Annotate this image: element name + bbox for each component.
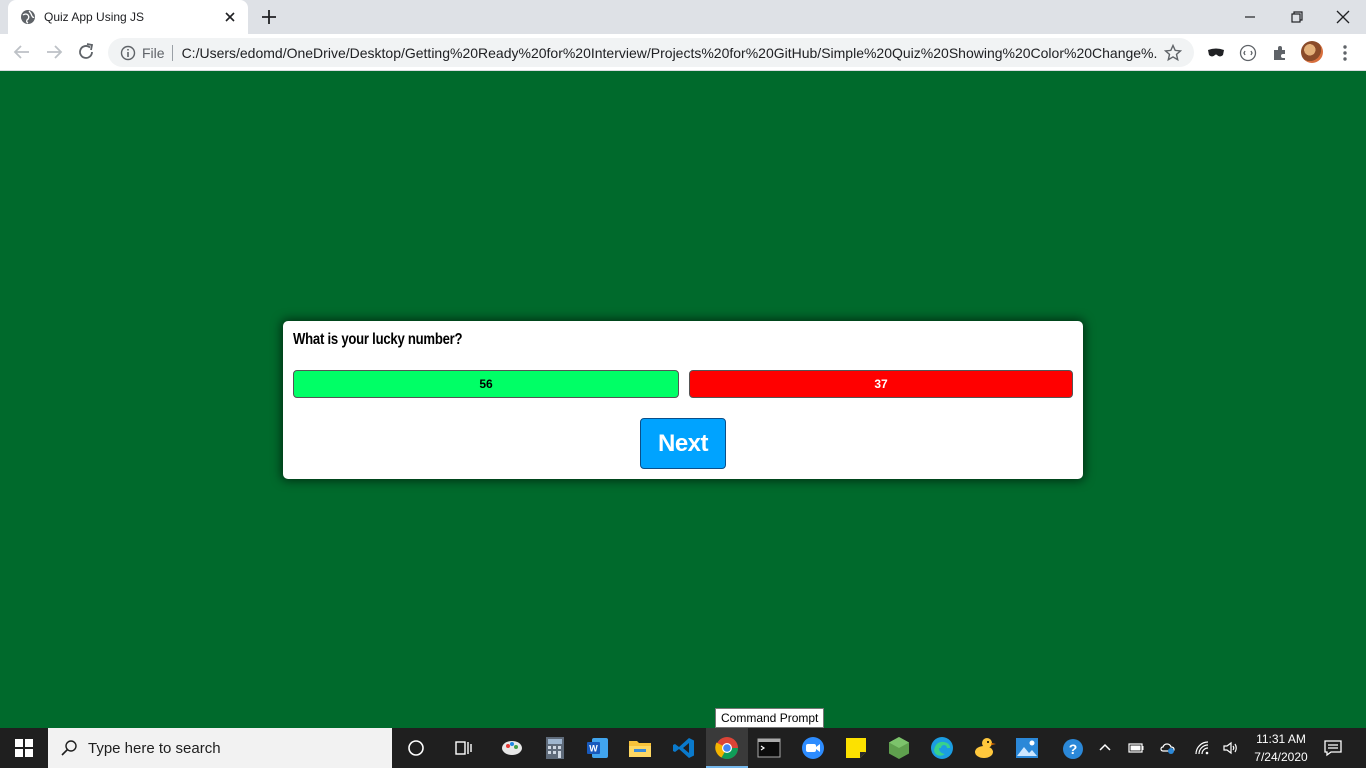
nodejs-icon[interactable] xyxy=(887,736,911,760)
file-explorer-icon[interactable] xyxy=(628,736,652,760)
profile-avatar[interactable] xyxy=(1301,41,1323,63)
extensions-puzzle-icon[interactable] xyxy=(1270,43,1290,63)
next-button[interactable]: Next xyxy=(640,418,726,469)
minimize-icon[interactable] xyxy=(1240,7,1260,27)
answer-button-wrong[interactable]: 37 xyxy=(689,370,1073,398)
browser-tab[interactable]: Quiz App Using JS xyxy=(8,0,248,34)
browser-toolbar: File C:/Users/edomd/OneDrive/Desktop/Get… xyxy=(0,34,1366,71)
taskbar-tooltip: Command Prompt xyxy=(715,708,825,728)
zoom-icon[interactable] xyxy=(801,736,825,760)
battery-icon[interactable] xyxy=(1128,740,1144,756)
info-icon[interactable] xyxy=(120,45,136,61)
action-center-icon[interactable] xyxy=(1324,739,1342,757)
new-tab-icon[interactable] xyxy=(260,8,278,26)
globe-icon xyxy=(21,10,35,24)
taskbar-search-box[interactable]: Type here to search xyxy=(48,728,392,768)
omnibox-divider xyxy=(171,44,173,61)
url-text[interactable]: C:/Users/edomd/OneDrive/Desktop/Getting%… xyxy=(182,45,1158,61)
help-icon[interactable]: ? xyxy=(1062,738,1084,760)
forward-icon[interactable] xyxy=(44,42,64,62)
onedrive-sync-icon[interactable] xyxy=(1160,740,1176,756)
paint-icon[interactable] xyxy=(500,736,524,760)
extension-circle-icon[interactable] xyxy=(1238,43,1258,63)
command-prompt-icon[interactable] xyxy=(757,736,781,760)
duck-icon[interactable] xyxy=(973,736,997,760)
system-clock[interactable]: 11:31 AM 7/24/2020 xyxy=(1246,730,1316,766)
calculator-icon[interactable] xyxy=(543,736,567,760)
photos-icon[interactable] xyxy=(1015,736,1039,760)
reload-icon[interactable] xyxy=(76,42,96,62)
vscode-icon[interactable] xyxy=(672,736,696,760)
start-button[interactable] xyxy=(0,728,48,768)
windows-logo-icon xyxy=(15,739,33,757)
clock-date: 7/24/2020 xyxy=(1254,750,1308,764)
windows-taskbar: Type here to search W ? 11:31 AM 7/24/20… xyxy=(0,728,1366,768)
task-view-icon[interactable] xyxy=(452,736,476,760)
browser-tab-strip: Quiz App Using JS xyxy=(0,0,1366,34)
more-menu-icon[interactable] xyxy=(1335,43,1355,63)
cortana-icon[interactable] xyxy=(404,736,428,760)
chrome-icon[interactable] xyxy=(715,736,739,760)
bookmark-star-icon[interactable] xyxy=(1164,43,1182,62)
restore-icon[interactable] xyxy=(1287,7,1307,27)
back-icon[interactable] xyxy=(12,42,32,62)
svg-text:W: W xyxy=(589,744,598,754)
question-text: What is your lucky number? xyxy=(293,331,463,348)
edge-icon[interactable] xyxy=(930,736,954,760)
close-tab-icon[interactable] xyxy=(222,9,238,25)
word-icon[interactable]: W xyxy=(586,736,610,760)
sticky-notes-icon[interactable] xyxy=(844,736,868,760)
address-bar[interactable]: File C:/Users/edomd/OneDrive/Desktop/Get… xyxy=(108,38,1194,67)
wifi-icon[interactable] xyxy=(1194,740,1210,756)
tab-title: Quiz App Using JS xyxy=(44,10,145,24)
search-placeholder: Type here to search xyxy=(88,739,221,757)
answer-button-correct[interactable]: 56 xyxy=(293,370,679,398)
show-hidden-icons-chevron-icon[interactable] xyxy=(1097,740,1113,756)
svg-text:?: ? xyxy=(1069,741,1078,757)
close-window-icon[interactable] xyxy=(1333,7,1353,27)
incognito-mask-icon[interactable] xyxy=(1206,43,1226,63)
volume-icon[interactable] xyxy=(1222,740,1238,756)
search-icon xyxy=(61,740,77,756)
clock-time: 11:31 AM xyxy=(1256,732,1306,746)
quiz-card: What is your lucky number? 56 37 Next xyxy=(283,321,1083,479)
file-scheme-label: File xyxy=(142,44,165,61)
